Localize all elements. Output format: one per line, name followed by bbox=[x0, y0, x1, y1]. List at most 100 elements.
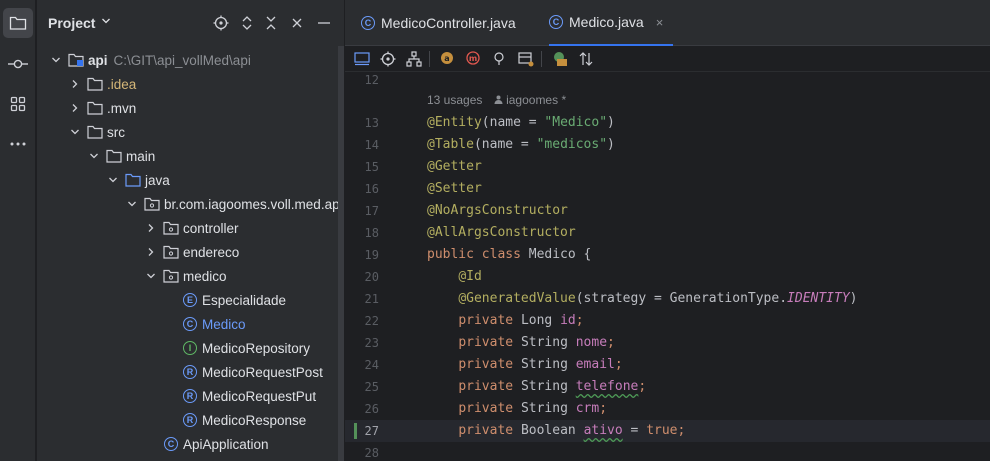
code-line[interactable]: private String crm; bbox=[427, 401, 607, 416]
bulb-icon[interactable] bbox=[491, 50, 509, 68]
tree-item[interactable]: C Medico bbox=[182, 312, 246, 336]
chevron-down-icon[interactable] bbox=[101, 16, 111, 26]
target-icon[interactable] bbox=[379, 50, 397, 68]
tree-item-label: medico bbox=[183, 268, 227, 284]
line-number: 15 bbox=[364, 160, 379, 174]
chevron-down-icon[interactable] bbox=[124, 196, 140, 212]
code-line[interactable]: private Boolean ativo = true; bbox=[427, 423, 685, 438]
code-line[interactable]: public class Medico { bbox=[427, 247, 591, 262]
toolbar-separator bbox=[429, 51, 430, 67]
folder-icon bbox=[106, 148, 122, 164]
panel-scrollbar[interactable] bbox=[338, 46, 344, 461]
tree-item[interactable]: br.com.iagoomes.voll.med.ap bbox=[124, 192, 340, 216]
code-line[interactable]: private String nome; bbox=[427, 335, 615, 350]
chevron-down-icon[interactable] bbox=[86, 148, 102, 164]
tree-item[interactable]: .mvn bbox=[67, 96, 136, 120]
structure-icon[interactable] bbox=[3, 89, 33, 119]
project-panel: Project api C:\GIT\api_vollMed\api .idea .m… bbox=[37, 0, 344, 461]
tree-item[interactable]: api C:\GIT\api_vollMed\api bbox=[48, 48, 251, 72]
code-token: public class bbox=[427, 247, 529, 262]
chevron-right-icon[interactable] bbox=[143, 220, 159, 236]
chevron-right-icon[interactable] bbox=[143, 244, 159, 260]
tree-item[interactable]: R MedicoRequestPost bbox=[182, 360, 323, 384]
line-number: 16 bbox=[364, 182, 379, 196]
tree-item-label: Medico bbox=[202, 316, 246, 332]
tree-item[interactable]: java bbox=[105, 168, 170, 192]
code-line[interactable]: private String email; bbox=[427, 357, 622, 372]
tree-item[interactable]: C ApiApplication bbox=[163, 432, 269, 456]
tree-item[interactable]: E Especialidade bbox=[182, 288, 286, 312]
tree-item[interactable]: main bbox=[86, 144, 155, 168]
chevron-right-icon[interactable] bbox=[67, 76, 83, 92]
code-token: private bbox=[458, 423, 521, 438]
code-line[interactable]: @Table(name = "medicos") bbox=[427, 137, 615, 152]
record-icon: R bbox=[182, 388, 198, 404]
code-token: ) bbox=[607, 137, 615, 152]
code-token: @GeneratedValue bbox=[458, 291, 576, 306]
code-token: ; bbox=[607, 335, 615, 350]
tab-medico[interactable]: C Medico.java × bbox=[549, 0, 674, 46]
calendar-icon[interactable] bbox=[551, 50, 569, 68]
tree-item[interactable]: controller bbox=[143, 216, 239, 240]
tree-item[interactable]: .idea bbox=[67, 72, 136, 96]
tree-item[interactable]: R MedicoResponse bbox=[182, 408, 306, 432]
close-icon[interactable]: × bbox=[656, 15, 664, 30]
project-icon[interactable] bbox=[3, 8, 33, 38]
method-icon[interactable]: m bbox=[465, 50, 483, 68]
collapse-all-icon[interactable] bbox=[261, 13, 281, 33]
record-icon: R bbox=[182, 364, 198, 380]
expand-collapse-icon[interactable] bbox=[237, 13, 257, 33]
tab-medico-controller[interactable]: C MedicoController.java bbox=[361, 0, 516, 46]
commit-icon[interactable] bbox=[3, 49, 33, 79]
more-icon[interactable] bbox=[3, 129, 33, 159]
locate-icon[interactable] bbox=[211, 13, 231, 33]
author-name[interactable]: iagoomes * bbox=[506, 93, 566, 107]
tree-item-label: br.com.iagoomes.voll.med.ap bbox=[164, 196, 340, 212]
chevron-down-icon[interactable] bbox=[105, 172, 121, 188]
usages-count[interactable]: 13 usages bbox=[427, 93, 482, 107]
usages-hint[interactable]: 13 usages iagoomes * bbox=[427, 93, 566, 107]
code-token: @Setter bbox=[427, 181, 482, 196]
chevron-down-icon[interactable] bbox=[48, 52, 64, 68]
hierarchy-icon[interactable] bbox=[405, 50, 423, 68]
chevron-down-icon[interactable] bbox=[143, 268, 159, 284]
line-number: 20 bbox=[364, 270, 379, 284]
code-line[interactable]: @NoArgsConstructor bbox=[427, 203, 568, 218]
code-line[interactable]: @Id bbox=[427, 269, 481, 284]
module-folder-icon bbox=[68, 52, 84, 68]
tree-item[interactable]: endereco bbox=[143, 240, 239, 264]
close-icon[interactable] bbox=[287, 13, 307, 33]
code-line[interactable]: private String telefone; bbox=[427, 379, 646, 394]
database-icon[interactable] bbox=[353, 50, 371, 68]
sort-icon[interactable] bbox=[577, 50, 595, 68]
tab-label: Medico.java bbox=[569, 14, 644, 30]
db-table-icon[interactable] bbox=[517, 50, 535, 68]
tree-item[interactable]: medico bbox=[143, 264, 227, 288]
code-editor[interactable]: 13 usages iagoomes * 12 13 @Entity(name = … bbox=[345, 72, 990, 461]
line-number: 22 bbox=[364, 314, 379, 328]
interface-icon: I bbox=[182, 340, 198, 356]
chevron-down-icon[interactable] bbox=[67, 124, 83, 140]
chevron-right-icon[interactable] bbox=[67, 100, 83, 116]
code-line[interactable]: private Long id; bbox=[427, 313, 583, 328]
minimize-icon[interactable] bbox=[314, 13, 334, 33]
code-line[interactable]: @GeneratedValue(strategy = GenerationTyp… bbox=[427, 291, 857, 306]
tree-item[interactable]: I MedicoRepository bbox=[182, 336, 310, 360]
code-token: true; bbox=[646, 423, 686, 438]
project-panel-title[interactable]: Project bbox=[48, 15, 95, 31]
tree-item-label: api bbox=[88, 52, 108, 68]
source-folder-icon bbox=[125, 172, 141, 188]
code-token: = bbox=[622, 423, 647, 438]
toolbar-separator bbox=[541, 51, 542, 67]
code-line[interactable]: @AllArgsConstructor bbox=[427, 225, 576, 240]
code-line[interactable]: @Setter bbox=[427, 181, 482, 196]
code-line[interactable]: @Getter bbox=[427, 159, 482, 174]
tree-item[interactable]: src bbox=[67, 120, 125, 144]
code-token: String bbox=[520, 379, 576, 394]
tree-item-label: endereco bbox=[183, 244, 240, 260]
annotation-icon[interactable]: a bbox=[439, 50, 457, 68]
tree-item[interactable]: R MedicoRequestPut bbox=[182, 384, 316, 408]
code-token: (name = bbox=[473, 137, 537, 152]
code-line[interactable]: @Entity(name = "Medico") bbox=[427, 115, 615, 130]
